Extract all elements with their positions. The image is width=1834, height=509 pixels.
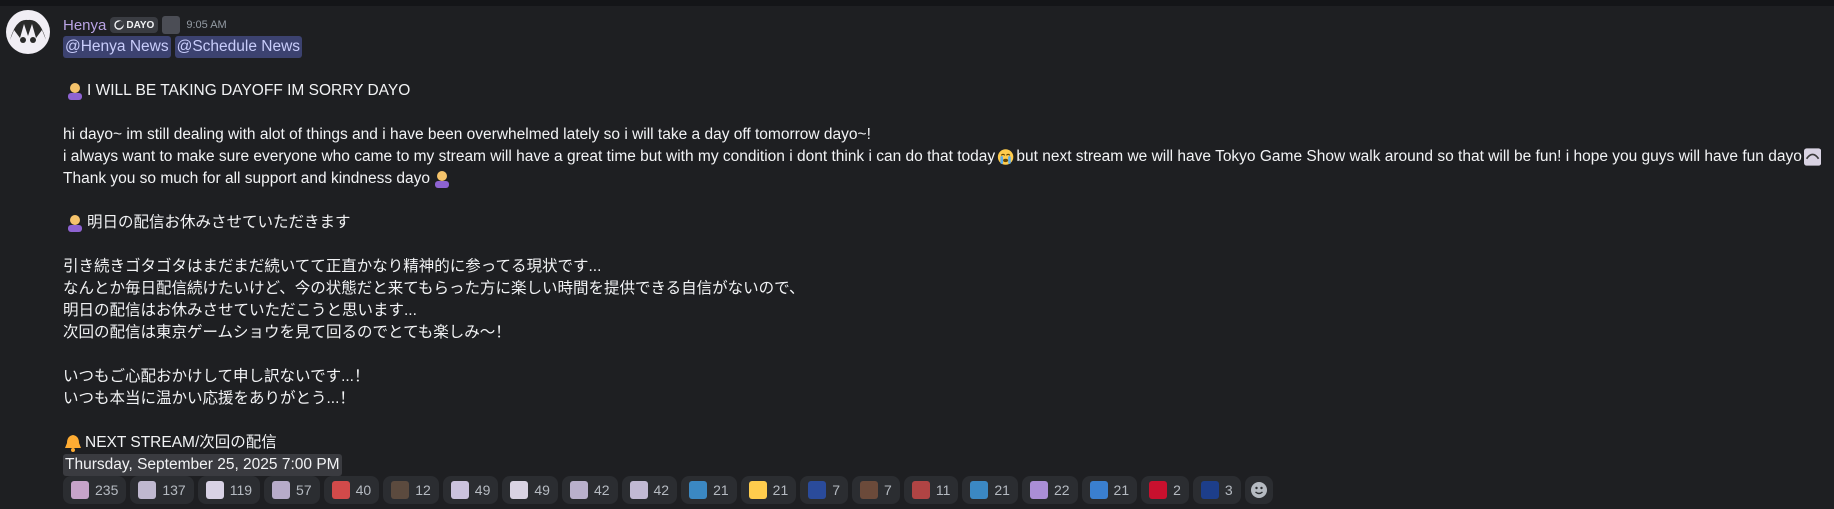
thumbs-up-emoji-icon — [748, 481, 767, 499]
add-emoji-icon — [1250, 482, 1267, 498]
body-line-jp-5: いつもご心配おかけして申し訳ないです...！ — [63, 368, 370, 385]
person-bowing-icon — [435, 171, 450, 188]
avatar[interactable] — [6, 10, 50, 54]
custom-emoji-icon — [510, 481, 529, 499]
person-bowing-icon — [68, 215, 82, 232]
server-tag-label: DAYO — [126, 19, 155, 31]
body-line-jp-4: 次回の配信は東京ゲームショウを見て回るのでとても楽しみ〜！ — [63, 324, 511, 341]
custom-emoji-icon — [450, 481, 469, 499]
announcement-title-en: I WILL BE TAKING DAYOFF IM SORRY DAYO — [87, 82, 411, 99]
reaction-button[interactable]: 235 — [63, 476, 127, 504]
reaction-button[interactable]: 40 — [323, 476, 380, 504]
body-line-en-2a: i always want to make sure everyone who … — [63, 148, 996, 165]
reaction-button[interactable]: 11 — [903, 476, 959, 504]
wales-flag-icon — [1149, 481, 1168, 499]
message-content: @Henya News @Schedule News I WILL BE TAK… — [63, 36, 1823, 476]
reaction-count: 49 — [534, 482, 550, 498]
reaction-count: 42 — [653, 482, 670, 498]
reaction-button[interactable]: 21 — [1081, 476, 1138, 504]
bell-icon — [65, 435, 81, 452]
role-badge-icon — [162, 16, 181, 34]
custom-emoji-icon — [331, 481, 350, 499]
reaction-button[interactable]: 2 — [1141, 476, 1189, 504]
reaction-button[interactable]: 42 — [621, 476, 678, 504]
body-line-en-2b: but next stream we will have Tokyo Game … — [1016, 148, 1802, 165]
reaction-button[interactable]: 57 — [264, 476, 320, 504]
reaction-button[interactable]: 12 — [383, 476, 439, 504]
reaction-button[interactable]: 21 — [740, 476, 797, 504]
reaction-count: 21 — [713, 482, 729, 498]
reaction-button[interactable]: 137 — [130, 476, 194, 504]
reaction-button[interactable]: 119 — [197, 476, 261, 504]
reactions-bar: 235 137 119 57 40 12 49 49 42 42 21 21 7 7 11 21 22 21 2 3 — [63, 476, 1273, 504]
mention-schedule-news[interactable]: @Schedule News — [174, 36, 303, 58]
mention-henya-news[interactable]: @Henya News — [63, 36, 171, 58]
next-stream-label: NEXT STREAM/次回の配信 — [85, 434, 277, 451]
message-header: Henya DAYO 9:05 AM — [63, 15, 227, 35]
reaction-count: 2 — [1173, 482, 1181, 498]
custom-emoji-icon — [71, 481, 89, 499]
crying-face-icon — [998, 149, 1014, 165]
custom-emoji-icon — [138, 481, 157, 499]
custom-emoji-icon — [1089, 481, 1108, 499]
reaction-count: 12 — [415, 482, 431, 498]
reaction-button[interactable]: 7 — [852, 476, 900, 504]
reaction-count: 137 — [162, 482, 186, 498]
custom-emoji-icon — [911, 481, 930, 499]
letter-o-emoji-icon — [689, 481, 708, 499]
australia-flag-icon — [808, 481, 827, 499]
purple-heart-emoji-icon — [1029, 481, 1048, 499]
reaction-count: 49 — [474, 482, 491, 498]
custom-emoji-icon — [205, 481, 224, 499]
body-line-jp-1: 引き続きゴタゴタはまだまだ続いてて正直かなり精神的に参ってる現状です... — [63, 258, 602, 275]
reaction-button[interactable]: 7 — [800, 476, 849, 504]
reaction-count: 21 — [1113, 482, 1130, 498]
uk-flag-icon — [1200, 481, 1219, 499]
reaction-button[interactable]: 21 — [681, 476, 737, 504]
reaction-count: 119 — [229, 482, 253, 498]
schedule-timestamp[interactable]: Thursday, September 25, 2025 7:00 PM — [63, 454, 342, 476]
reaction-button[interactable]: 49 — [502, 476, 558, 504]
reaction-button[interactable]: 22 — [1021, 476, 1078, 504]
body-line-jp-3: 明日の配信はお休みさせていただこうと思います... — [63, 302, 417, 319]
custom-emoji-icon — [860, 481, 879, 499]
server-tag[interactable]: DAYO — [110, 17, 159, 33]
custom-emoji-icon — [629, 481, 648, 499]
custom-emoji-icon — [272, 481, 291, 499]
reaction-button[interactable]: 49 — [442, 476, 499, 504]
reaction-button[interactable]: 3 — [1192, 476, 1241, 504]
person-bowing-icon — [68, 83, 82, 100]
reaction-button[interactable]: 21 — [962, 476, 1018, 504]
reaction-count: 57 — [296, 482, 312, 498]
body-line-en-1: hi dayo~ im still dealing with alot of t… — [63, 126, 871, 143]
body-line-en-3: Thank you so much for all support and ki… — [63, 170, 431, 187]
message-timestamp[interactable]: 9:05 AM — [186, 19, 226, 31]
body-line-jp-2: なんとか毎日配信続けたいけど、今の状態だと来てもらった方に楽しい時間を提供できる… — [63, 280, 805, 297]
reaction-count: 11 — [935, 482, 951, 498]
custom-emoji-icon — [391, 481, 410, 499]
moon-icon — [114, 20, 125, 30]
reaction-count: 235 — [95, 482, 119, 498]
reaction-count: 7 — [884, 482, 892, 498]
letter-k-emoji-icon — [970, 481, 989, 499]
reaction-count: 21 — [772, 482, 789, 498]
custom-emoji-icon — [569, 481, 588, 499]
reaction-count: 7 — [832, 482, 841, 498]
chat-message: Henya DAYO 9:05 AM @Henya News @Schedule… — [0, 6, 1834, 509]
reaction-count: 22 — [1053, 482, 1070, 498]
reaction-count: 40 — [355, 482, 372, 498]
reaction-count: 21 — [994, 482, 1010, 498]
reaction-count: 42 — [593, 482, 610, 498]
custom-emoji-icon — [1803, 148, 1821, 166]
add-reaction-button[interactable] — [1244, 476, 1273, 504]
body-line-jp-6: いつも本当に温かい応援をありがとう...！ — [63, 390, 355, 407]
announcement-title-jp: 明日の配信お休みさせていただきます — [87, 214, 351, 231]
username[interactable]: Henya — [63, 17, 106, 34]
reaction-count: 3 — [1224, 482, 1233, 498]
reaction-button[interactable]: 42 — [561, 476, 618, 504]
